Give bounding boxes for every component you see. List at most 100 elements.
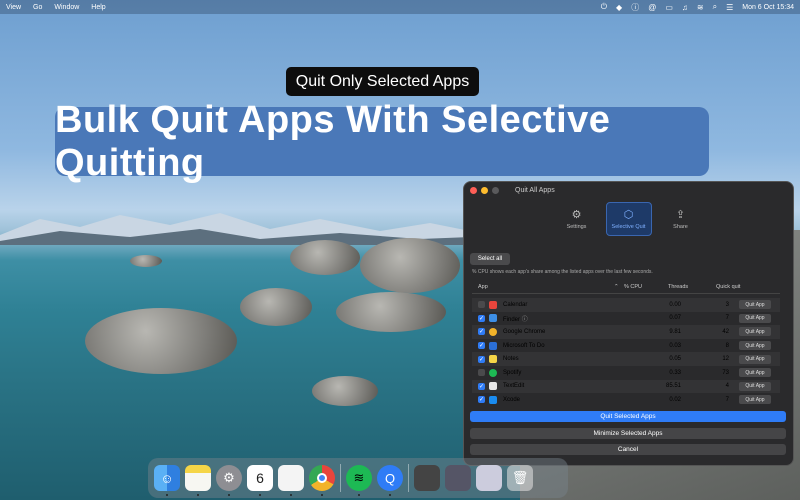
control-center-icon[interactable]: ☰: [726, 3, 733, 12]
quit-app-button[interactable]: Quit App: [739, 395, 771, 405]
row-checkbox[interactable]: ✓: [478, 382, 485, 390]
finder-icon: [489, 314, 497, 323]
screenshot-dock-icon[interactable]: [476, 465, 502, 491]
quit-app-button[interactable]: Quit App: [739, 313, 771, 323]
row-checkbox[interactable]: ✓: [478, 314, 485, 322]
menu-item-window[interactable]: Window: [54, 4, 79, 11]
app-cpu: 0.00: [669, 301, 681, 308]
app-name: Finder ⓘ: [503, 316, 528, 323]
row-checkbox[interactable]: [478, 369, 485, 377]
app-name: TextEdit: [503, 383, 525, 390]
headphones-icon[interactable]: ♫: [682, 3, 688, 12]
tab-share[interactable]: ⇪ Share: [658, 202, 704, 236]
reminders-dock-icon[interactable]: [278, 465, 304, 496]
minimize-window-button[interactable]: [481, 186, 488, 194]
spotify-icon: [489, 368, 497, 377]
app-threads: 12: [722, 356, 729, 363]
table-row[interactable]: Spotify 0.33 73 Quit App: [472, 366, 780, 380]
trash-dock-icon[interactable]: 🗑: [507, 465, 533, 491]
rock: [240, 288, 312, 326]
column-threads[interactable]: Threads: [668, 284, 716, 293]
app-threads: 3: [725, 301, 729, 308]
row-checkbox[interactable]: ✓: [478, 355, 485, 363]
app-cpu: 0.33: [669, 369, 681, 376]
quit-app-button[interactable]: Quit App: [739, 354, 771, 364]
app-threads: 73: [722, 369, 729, 376]
app-threads: 8: [725, 342, 729, 349]
quit-app-button[interactable]: Quit App: [739, 341, 771, 351]
mountains: [0, 213, 520, 245]
app-threads: 42: [722, 328, 729, 335]
cancel-button[interactable]: Cancel: [470, 444, 786, 455]
menu-clock[interactable]: Mon 6 Oct 15:34: [742, 4, 794, 11]
quit-selected-button[interactable]: Quit Selected Apps: [470, 411, 786, 422]
table-row[interactable]: ✓ Finder ⓘ 0.07 7 Quit App: [472, 312, 780, 326]
row-checkbox[interactable]: [478, 301, 485, 309]
table-header: App ⌃ % CPU Threads Quick quit: [472, 284, 780, 294]
row-checkbox[interactable]: ✓: [478, 328, 485, 336]
quit-app-button[interactable]: Quit App: [739, 368, 771, 378]
menu-item-go[interactable]: Go: [33, 4, 42, 11]
downloads-dock-icon[interactable]: [414, 465, 440, 491]
app-name: Microsoft To Do: [503, 342, 545, 349]
system-settings-dock-icon[interactable]: ⚙: [216, 465, 242, 496]
app-threads: 4: [725, 383, 729, 390]
spotify-dock-icon[interactable]: ≋: [346, 465, 372, 496]
quit-app-button[interactable]: Quit App: [739, 327, 771, 337]
table-row[interactable]: ✓ Microsoft To Do 0.03 8 Quit App: [472, 339, 780, 353]
search-icon[interactable]: ⌕: [713, 2, 717, 12]
power-icon[interactable]: ⏻: [601, 2, 607, 12]
chrome-dock-icon[interactable]: [309, 465, 335, 496]
at-icon[interactable]: @: [648, 3, 656, 12]
dock-separator: [340, 464, 341, 492]
rock: [85, 308, 237, 374]
wifi-icon[interactable]: ≋: [697, 3, 704, 12]
notes-dock-icon[interactable]: [185, 465, 211, 496]
row-checkbox[interactable]: ✓: [478, 342, 485, 350]
table-row[interactable]: Calendar 0.00 3 Quit App: [472, 298, 780, 312]
cpu-note: % CPU shows each app's share among the l…: [472, 269, 653, 275]
cube-icon: ⬡: [623, 209, 634, 221]
xcode-icon: [489, 395, 497, 404]
table-row[interactable]: ✓ TextEdit 85.51 4 Quit App: [472, 379, 780, 394]
minimize-selected-button[interactable]: Minimize Selected Apps: [470, 428, 786, 439]
column-cpu[interactable]: % CPU: [620, 284, 668, 293]
toolbar-tabs: ⚙ Settings ⬡ Selective Quit ⇪ Share: [464, 202, 793, 238]
applications-dock-icon[interactable]: [445, 465, 471, 491]
quit-app-button[interactable]: Quit App: [739, 381, 771, 391]
rock: [360, 238, 460, 293]
zoom-window-button[interactable]: [492, 186, 499, 194]
tab-settings[interactable]: ⚙ Settings: [554, 202, 600, 236]
app-cpu: 0.03: [669, 342, 681, 349]
calendar-icon: [489, 300, 497, 309]
column-quick-quit: Quick quit: [716, 284, 741, 290]
quit-app-button[interactable]: Quit App: [739, 300, 771, 310]
row-checkbox[interactable]: ✓: [478, 396, 485, 404]
quit-all-apps-dock-icon[interactable]: Q: [377, 465, 403, 496]
app-threads: 7: [725, 315, 729, 322]
info-icon[interactable]: ⓘ: [631, 2, 639, 13]
app-cpu: 0.07: [669, 315, 681, 322]
battery-icon[interactable]: ▭: [665, 3, 673, 12]
rock: [290, 240, 360, 275]
tab-selective-quit[interactable]: ⬡ Selective Quit: [605, 202, 652, 236]
menu-item-help[interactable]: Help: [91, 4, 105, 11]
table-row[interactable]: ✓ Xcode 0.02 7 Quit App: [472, 393, 780, 407]
window-titlebar: Quit All Apps: [464, 182, 793, 198]
column-app[interactable]: App: [472, 284, 614, 293]
app-name: Google Chrome: [503, 328, 546, 335]
app-cpu: 9.81: [669, 328, 681, 335]
share-icon: ⇪: [675, 209, 686, 221]
close-window-button[interactable]: [470, 186, 477, 194]
calendar-dock-icon[interactable]: 6: [247, 465, 273, 496]
table-row[interactable]: ✓ Notes 0.05 12 Quit App: [472, 352, 780, 366]
select-all-button[interactable]: Select all: [470, 253, 510, 265]
finder-dock-icon[interactable]: ☺: [154, 465, 180, 496]
gear-icon: ⚙: [571, 209, 582, 221]
textedit-icon: [489, 382, 497, 391]
table-row[interactable]: ✓ Google Chrome 9.81 42 Quit App: [472, 325, 780, 339]
dropbox-icon[interactable]: ◆: [616, 3, 622, 12]
help-icon[interactable]: ⓘ: [522, 317, 528, 323]
tab-settings-label: Settings: [566, 224, 587, 230]
menu-item-view[interactable]: View: [6, 4, 21, 11]
